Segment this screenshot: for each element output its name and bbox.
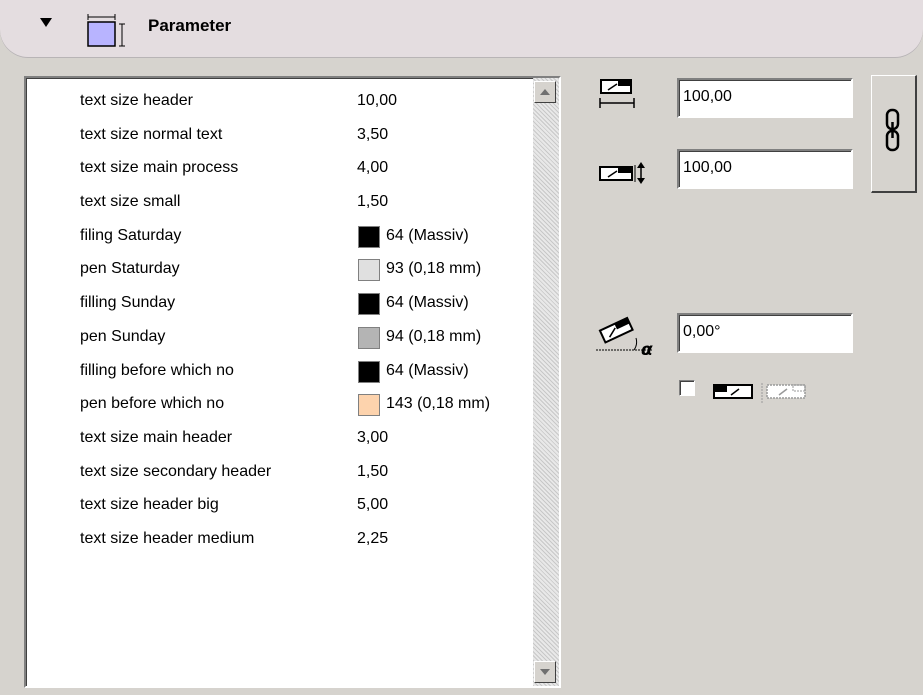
list-item[interactable]: text size secondary header 1,50 bbox=[26, 459, 531, 493]
svg-text:α: α bbox=[641, 340, 653, 358]
list-scrollbar[interactable] bbox=[533, 78, 559, 686]
param-name: pen before which no bbox=[80, 395, 225, 413]
param-value[interactable]: 3,00 bbox=[357, 429, 388, 447]
param-value[interactable]: 5,00 bbox=[357, 496, 388, 514]
mirror-flipped-icon bbox=[766, 384, 806, 399]
list-item[interactable]: text size header medium 2,25 bbox=[26, 526, 531, 560]
color-swatch[interactable] bbox=[358, 360, 380, 383]
list-item[interactable]: text size header 10,00 bbox=[26, 88, 531, 122]
width-field[interactable]: 100,00 bbox=[677, 78, 853, 118]
param-value[interactable]: 64 (Massiv) bbox=[386, 294, 504, 312]
param-value[interactable]: 143 (0,18 mm) bbox=[386, 395, 504, 413]
param-value[interactable]: 1,50 bbox=[357, 463, 388, 481]
list-item[interactable]: filling Sunday 64 (Massiv) bbox=[26, 290, 531, 324]
parameter-list[interactable]: text size header 10,00 text size normal te… bbox=[24, 76, 561, 688]
parameter-panel: Parameter text size header 10,00 text size… bbox=[0, 0, 923, 695]
panel-header[interactable]: Parameter bbox=[0, 0, 923, 58]
color-swatch[interactable] bbox=[358, 259, 380, 282]
list-item[interactable]: text size main header 3,00 bbox=[26, 425, 531, 459]
color-swatch[interactable] bbox=[358, 326, 380, 349]
param-value[interactable]: 3,50 bbox=[357, 126, 388, 144]
rotation-angle-icon: α bbox=[596, 316, 653, 358]
param-value[interactable]: 1,50 bbox=[357, 193, 388, 211]
angle-field[interactable]: 0,00° bbox=[677, 313, 853, 353]
list-item[interactable]: text size normal text 3,50 bbox=[26, 122, 531, 156]
collapse-triangle-icon[interactable] bbox=[40, 18, 52, 27]
object-size-icon bbox=[87, 14, 125, 47]
param-value[interactable]: 2,25 bbox=[357, 530, 388, 548]
color-swatch[interactable] bbox=[358, 293, 380, 316]
param-name: text size main process bbox=[80, 159, 239, 177]
mirror-normal-icon bbox=[713, 384, 753, 399]
width-icon bbox=[599, 79, 635, 108]
param-value[interactable]: 94 (0,18 mm) bbox=[386, 328, 504, 346]
param-name: filling Sunday bbox=[80, 294, 176, 312]
param-value[interactable]: 10,00 bbox=[357, 92, 397, 110]
link-proportions-button[interactable] bbox=[871, 75, 917, 193]
param-name: pen Staturday bbox=[80, 260, 180, 278]
scroll-down-button[interactable] bbox=[534, 661, 556, 683]
param-name: text size header big bbox=[80, 496, 219, 514]
list-item[interactable]: filing Saturday 64 (Massiv) bbox=[26, 223, 531, 257]
list-item[interactable]: text size small 1,50 bbox=[26, 189, 531, 223]
mirror-option-icons bbox=[713, 383, 806, 403]
list-item[interactable]: filling before which no 64 (Massiv) bbox=[26, 358, 531, 392]
param-value[interactable]: 93 (0,18 mm) bbox=[386, 260, 504, 278]
param-value[interactable]: 64 (Massiv) bbox=[386, 227, 504, 245]
color-swatch[interactable] bbox=[358, 225, 380, 248]
page-title: Parameter bbox=[148, 16, 232, 35]
arrow-up-icon bbox=[540, 89, 550, 95]
param-value[interactable]: 64 (Massiv) bbox=[386, 362, 504, 380]
list-item[interactable]: text size header big 5,00 bbox=[26, 492, 531, 526]
list-item[interactable]: text size main process 4,00 bbox=[26, 155, 531, 189]
height-field[interactable]: 100,00 bbox=[677, 149, 853, 189]
param-name: text size header bbox=[80, 92, 193, 109]
param-name: text size secondary header bbox=[80, 462, 272, 480]
list-item[interactable]: pen Sunday 94 (0,18 mm) bbox=[26, 324, 531, 358]
param-name: filling before which no bbox=[80, 361, 234, 379]
param-name: text size main header bbox=[80, 428, 233, 446]
param-value[interactable]: 4,00 bbox=[357, 159, 388, 177]
height-icon bbox=[599, 162, 645, 184]
color-swatch[interactable] bbox=[358, 394, 380, 417]
list-item[interactable]: pen before which no 143 (0,18 mm) bbox=[26, 391, 531, 425]
mirror-checkbox[interactable] bbox=[679, 380, 695, 396]
list-item[interactable]: pen Staturday 93 (0,18 mm) bbox=[26, 256, 531, 290]
scroll-up-button[interactable] bbox=[534, 81, 556, 103]
param-name: pen Sunday bbox=[80, 327, 166, 345]
param-name: text size header medium bbox=[80, 529, 255, 547]
arrow-down-icon bbox=[540, 669, 550, 675]
chain-link-icon bbox=[885, 108, 900, 152]
param-name: filing Saturday bbox=[80, 226, 182, 244]
param-name: text size small bbox=[80, 193, 181, 211]
param-name: text size normal text bbox=[80, 125, 223, 143]
